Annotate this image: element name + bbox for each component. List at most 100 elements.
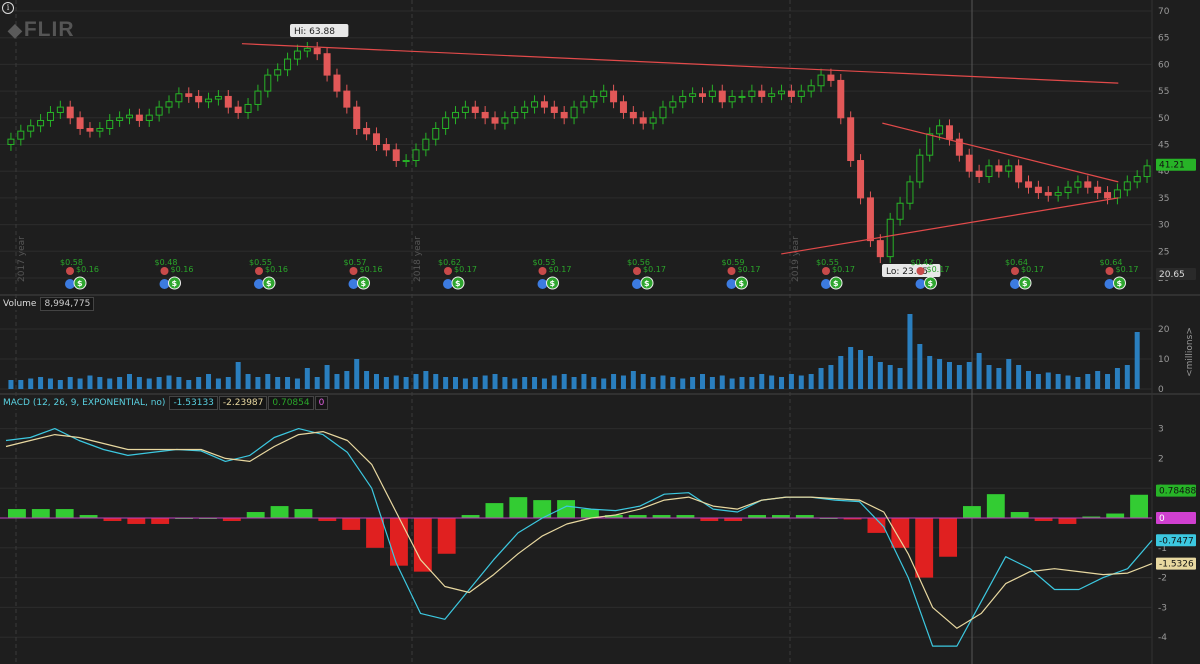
macd-histogram-bar [986, 494, 1005, 518]
volume-bar [126, 374, 132, 389]
candle-body [106, 119, 114, 129]
volume-bar [986, 365, 992, 389]
eps-label: $0.17 [832, 265, 855, 274]
volume-bar [838, 356, 844, 389]
info-marker-icon [1010, 279, 1020, 289]
volume-bar [245, 374, 251, 389]
candle-body [293, 50, 301, 60]
eps-label: $0.17 [1021, 265, 1044, 274]
candle-body [778, 90, 786, 95]
candle-body [521, 106, 529, 113]
candle-body [1123, 181, 1131, 191]
volume-bar [729, 378, 735, 389]
candle-body [560, 111, 568, 119]
dollar-glyph: $ [550, 279, 556, 288]
earnings-icon [916, 267, 925, 275]
candle-body [442, 117, 450, 129]
candle-body [1133, 176, 1141, 183]
macd-histogram-bar [390, 518, 408, 566]
volume-bar [1085, 374, 1091, 389]
macd-histogram-bar [485, 503, 504, 518]
macd-histogram-bar [915, 518, 934, 578]
volume-bar [867, 356, 873, 389]
candle-body [570, 106, 578, 119]
price-axis-tick: 70 [1158, 7, 1170, 17]
candle-body [965, 154, 973, 172]
price-chart[interactable]: 706560555045403530252020100<millions>321… [0, 0, 1200, 664]
candle-body [461, 106, 469, 113]
macd-histogram-bar [294, 509, 313, 518]
volume-axis-tick: 0 [1158, 385, 1164, 395]
volume-bar [788, 374, 794, 389]
candle-body [1094, 186, 1102, 194]
histogram-value: 0.70854 [268, 395, 314, 410]
volume-bar [739, 377, 745, 389]
candle-body [768, 93, 776, 97]
earnings-icon [1011, 267, 1019, 275]
hi-callout: Hi: 63.88 [290, 24, 349, 37]
volume-bar [156, 377, 162, 389]
info-marker-icon [632, 279, 642, 289]
info-marker-icon [537, 279, 548, 289]
info-marker-icon [443, 279, 453, 289]
price-axis-tick: 30 [1158, 221, 1170, 231]
signal-badge: -1.5326 [1156, 557, 1196, 570]
candle-body [7, 138, 15, 146]
volume-bar [709, 377, 715, 389]
candle-body [787, 90, 795, 97]
volume-bar [413, 374, 419, 389]
volume-bar [502, 377, 508, 389]
candle-body [610, 90, 618, 103]
volume-bar [660, 375, 666, 389]
candle-body [432, 127, 440, 140]
candle-body [214, 95, 222, 100]
volume-bar [462, 378, 468, 389]
volume-bar [1075, 377, 1081, 389]
candle-body [807, 85, 815, 92]
candle-body [274, 69, 282, 76]
year-label: 2017 year [17, 236, 27, 282]
volume-bar [176, 377, 182, 389]
volume-bar [482, 375, 488, 389]
volume-bar [18, 380, 24, 389]
candle-body [718, 90, 726, 103]
macd-badge: -0.7477 [1156, 534, 1196, 547]
last-price-badge: 41.21 [1156, 158, 1196, 171]
candle-body [511, 111, 519, 119]
info-icon[interactable]: i [2, 2, 14, 14]
candle-body [284, 58, 292, 71]
eps-label: $0.17 [738, 265, 761, 274]
macd-histogram-bar [270, 506, 289, 518]
macd-axis-tick: -2 [1158, 574, 1167, 584]
info-marker-icon [726, 279, 737, 289]
volume-bar [1045, 372, 1051, 389]
volume-bar [235, 362, 241, 389]
candle-body [185, 93, 193, 97]
volume-bar [1105, 374, 1111, 389]
volume-bar [591, 377, 597, 389]
volume-bar [383, 377, 389, 389]
candle-body [116, 117, 124, 121]
candle-body [936, 125, 944, 135]
macd-histogram-bar [31, 509, 50, 518]
candle-body [945, 125, 953, 140]
candle-body [1064, 186, 1072, 194]
candle-body [531, 101, 539, 108]
volume-axis-tick: 20 [1158, 325, 1170, 335]
volume-bar [314, 377, 320, 389]
volume-bar [907, 314, 913, 389]
eps-label: $0.16 [360, 265, 383, 274]
earnings-icon [349, 267, 358, 275]
signal-badge-text: -1.5326 [1159, 560, 1194, 570]
volume-bar [1095, 371, 1101, 389]
candle-body [1054, 192, 1062, 196]
macd-histogram-bar [581, 509, 599, 518]
volume-bar [946, 362, 952, 389]
candle-body [343, 90, 351, 108]
dollar-glyph: $ [928, 279, 934, 288]
dollar-glyph: $ [455, 279, 461, 288]
earnings-icon [255, 267, 263, 275]
dollar-glyph: $ [266, 279, 272, 288]
candle-body [827, 74, 835, 81]
candle-body [837, 79, 845, 119]
